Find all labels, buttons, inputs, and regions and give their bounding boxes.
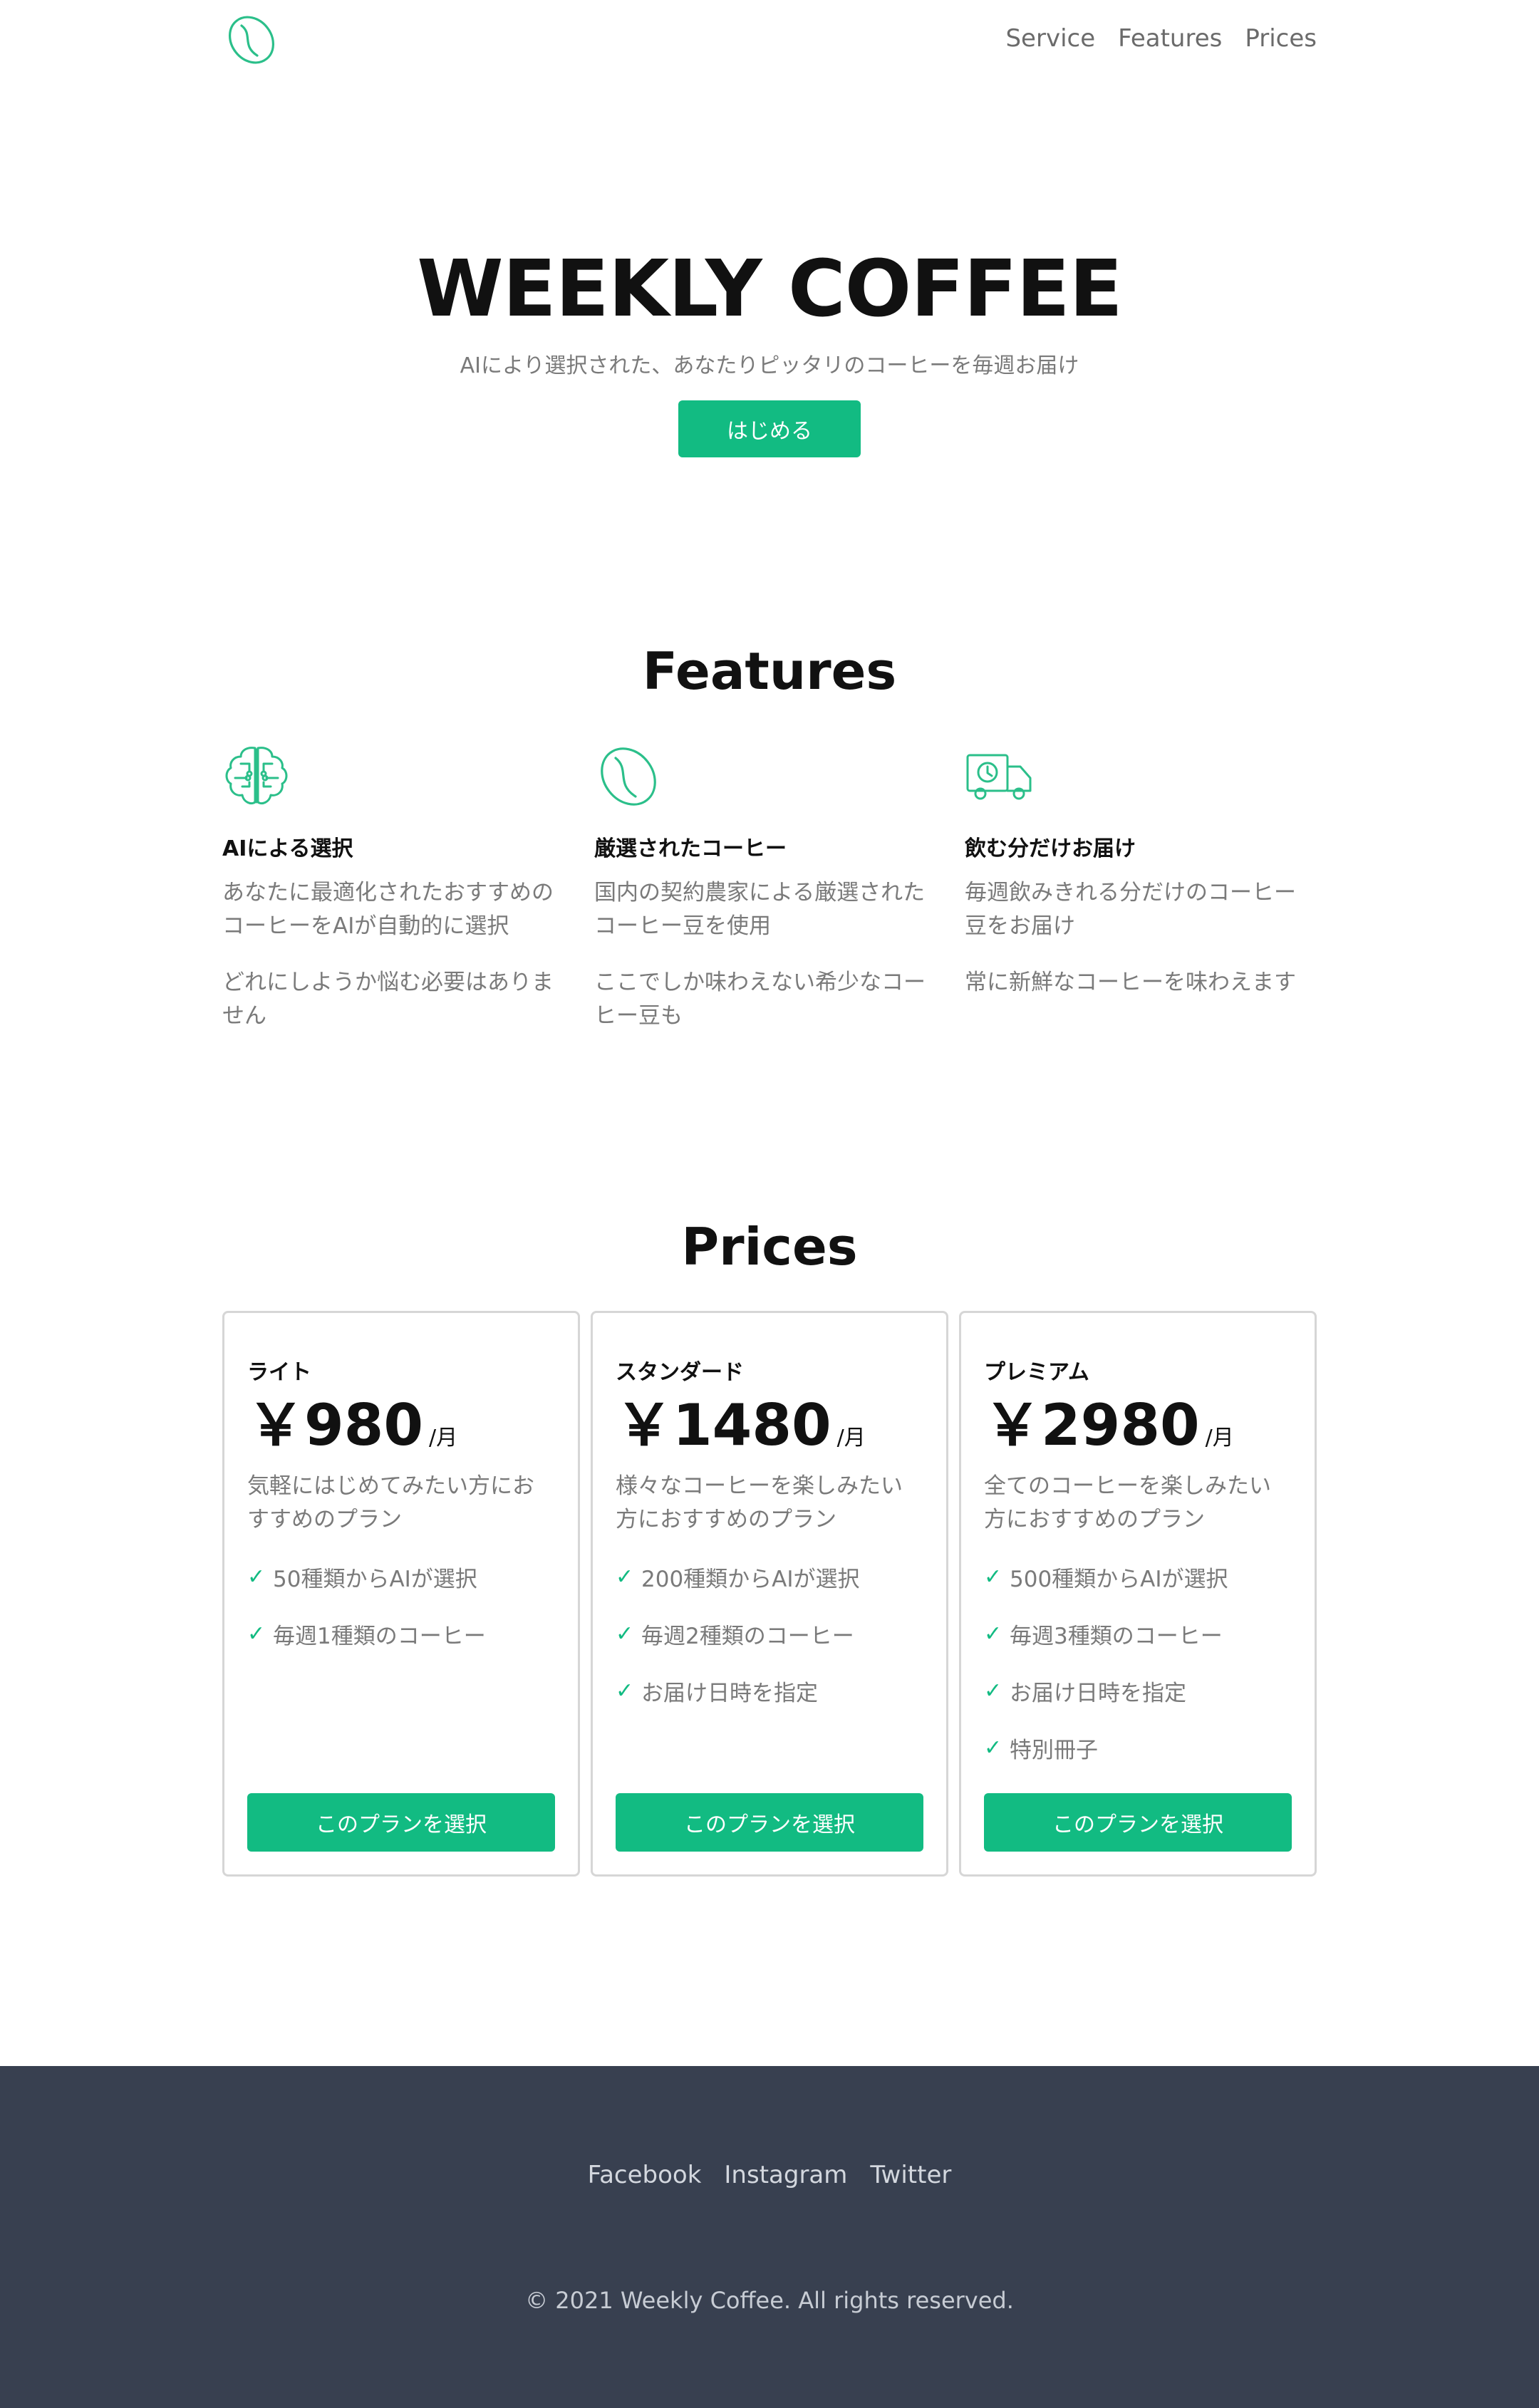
copyright-text: © 2021 Weekly Coffee. All rights reserve… — [525, 2287, 1014, 2314]
plan-feature-item: ✓ 毎週1種類のコーヒー — [247, 1605, 555, 1662]
plan-card-standard: スタンダード ￥1480 /月 様々なコーヒーを楽しみたい方におすすめのプラン … — [591, 1311, 948, 1877]
check-icon: ✓ — [984, 1564, 1002, 1589]
plan-feature-text: 毎週2種類のコーヒー — [641, 1623, 854, 1649]
plan-card-light: ライト ￥980 /月 気軽にはじめてみたい方におすすめのプラン ✓ 50種類から… — [222, 1311, 580, 1877]
check-icon: ✓ — [616, 1678, 634, 1703]
plan-feature-item: ✓ 200種類からAIが選択 — [616, 1548, 923, 1605]
check-icon: ✓ — [984, 1621, 1002, 1646]
feature-item-delivery: 飲む分だけお届け 毎週飲みきれる分だけのコーヒー豆をお届け 常に新鮮なコーヒーを… — [965, 742, 1314, 1000]
feature-text: 国内の契約農家による厳選されたコーヒー豆を使用 — [594, 880, 926, 939]
feature-text: 毎週飲みきれる分だけのコーヒー豆をお届け — [965, 880, 1296, 939]
feature-title: 厳選されたコーヒー — [594, 836, 787, 861]
price-unit: /月 — [1205, 1426, 1234, 1450]
prices-section: Prices ライト ￥980 /月 気軽にはじめてみたい方におすすめのプラン … — [222, 1217, 1317, 1877]
price-grid: ライト ￥980 /月 気軽にはじめてみたい方におすすめのプラン ✓ 50種類から… — [222, 1311, 1317, 1877]
plan-feature-list: ✓ 500種類からAIが選択 ✓ 毎週3種類のコーヒー ✓ お届け日時を指定 ✓ 特別冊… — [984, 1548, 1292, 1776]
plan-feature-item: ✓ 毎週3種類のコーヒー — [984, 1605, 1292, 1662]
check-icon: ✓ — [247, 1564, 266, 1589]
coffee-bean-icon[interactable] — [224, 13, 279, 67]
plan-description: 全てのコーヒーを楽しみたい方におすすめのプラン — [984, 1473, 1271, 1532]
feature-title: 飲む分だけお届け — [965, 836, 1136, 861]
plan-name: プレミアム — [984, 1360, 1089, 1385]
price-unit: /月 — [836, 1426, 866, 1450]
footer-links: Facebook Instagram Twitter — [0, 2161, 1539, 2189]
feature-text: ここでしか味わえない希少なコーヒー豆も — [594, 970, 926, 1029]
plan-feature-item: ✓ 毎週2種類のコーヒー — [616, 1605, 923, 1662]
plan-feature-text: お届け日時を指定 — [641, 1680, 818, 1706]
feature-item-coffee: 厳選されたコーヒー 国内の契約農家による厳選されたコーヒー豆を使用 ここでしか味… — [594, 742, 943, 1033]
feature-text: あなたに最適化されたおすすめのコーヒーをAIが自動的に選択 — [222, 880, 554, 939]
price-unit: /月 — [429, 1426, 458, 1450]
plan-feature-item: ✓ お届け日時を指定 — [984, 1662, 1292, 1719]
features-heading: Features — [642, 641, 897, 701]
hero-title: WEEKLY COFFEE — [417, 243, 1123, 334]
plan-feature-text: 50種類からAIが選択 — [273, 1566, 477, 1592]
select-plan-button[interactable]: このプランを選択 — [616, 1793, 923, 1852]
start-button[interactable]: はじめる — [678, 400, 861, 457]
select-plan-button[interactable]: このプランを選択 — [247, 1793, 555, 1852]
plan-feature-list: ✓ 50種類からAIが選択 ✓ 毎週1種類のコーヒー — [247, 1548, 555, 1662]
main-nav: Service Features Prices — [1005, 24, 1317, 53]
plan-name: ライト — [247, 1360, 311, 1385]
hero-section: WEEKLY COFFEE AIにより選択された、あなたりピッタリのコーヒーを毎… — [222, 80, 1317, 457]
select-plan-button[interactable]: このプランを選択 — [984, 1793, 1292, 1852]
plan-feature-text: 500種類からAIが選択 — [1010, 1566, 1228, 1592]
plan-feature-item: ✓ 特別冊子 — [984, 1719, 1292, 1776]
plan-feature-item: ✓ 500種類からAIが選択 — [984, 1548, 1292, 1605]
check-icon: ✓ — [616, 1621, 634, 1646]
price-value: ￥980 — [247, 1392, 423, 1458]
plan-feature-item: ✓ お届け日時を指定 — [616, 1662, 923, 1719]
prices-heading: Prices — [681, 1217, 858, 1277]
plan-feature-text: 200種類からAIが選択 — [641, 1566, 860, 1592]
plan-feature-text: 特別冊子 — [1010, 1737, 1098, 1763]
feature-item-ai: AIによる選択 あなたに最適化されたおすすめのコーヒーをAIが自動的に選択 どれ… — [222, 742, 571, 1033]
plan-card-premium: プレミアム ￥2980 /月 全てのコーヒーを楽しみたい方におすすめのプラン ✓… — [959, 1311, 1317, 1877]
plan-feature-text: 毎週3種類のコーヒー — [1010, 1623, 1223, 1649]
feature-text: どれにしようか悩む必要はありません — [222, 970, 554, 1029]
plan-price: ￥1480 /月 — [616, 1394, 923, 1457]
plan-feature-text: お届け日時を指定 — [1010, 1680, 1186, 1706]
plan-price: ￥980 /月 — [247, 1394, 555, 1457]
nav-link-prices[interactable]: Prices — [1245, 24, 1317, 53]
check-icon: ✓ — [247, 1621, 266, 1646]
nav-link-features[interactable]: Features — [1118, 24, 1222, 53]
hero-subtitle: AIにより選択された、あなたりピッタリのコーヒーを毎週お届け — [460, 353, 1079, 378]
footer-link-instagram[interactable]: Instagram — [724, 2161, 847, 2189]
feature-grid: AIによる選択 あなたに最適化されたおすすめのコーヒーをAIが自動的に選択 どれ… — [222, 742, 1317, 1056]
nav-link-service[interactable]: Service — [1005, 24, 1095, 53]
site-header: Service Features Prices — [222, 0, 1317, 80]
plan-feature-text: 毎週1種類のコーヒー — [273, 1623, 486, 1649]
price-value: ￥1480 — [616, 1392, 831, 1458]
check-icon: ✓ — [984, 1735, 1002, 1760]
site-footer: Facebook Instagram Twitter © 2021 Weekly… — [0, 2066, 1539, 2408]
plan-feature-item: ✓ 50種類からAIが選択 — [247, 1548, 555, 1605]
footer-link-twitter[interactable]: Twitter — [870, 2161, 951, 2189]
page: Service Features Prices WEEKLY COFFEE AI… — [222, 0, 1317, 1877]
check-icon: ✓ — [984, 1678, 1002, 1703]
plan-name: スタンダード — [616, 1360, 744, 1385]
plan-description: 気軽にはじめてみたい方におすすめのプラン — [247, 1473, 534, 1532]
brain-circuit-icon — [225, 747, 288, 805]
price-value: ￥2980 — [984, 1392, 1200, 1458]
plan-feature-list: ✓ 200種類からAIが選択 ✓ 毎週2種類のコーヒー ✓ お届け日時を指定 — [616, 1548, 923, 1719]
feature-text: 常に新鮮なコーヒーを味わえます — [965, 970, 1296, 995]
plan-description: 様々なコーヒーを楽しみたい方におすすめのプラン — [616, 1473, 903, 1532]
feature-title: AIによる選択 — [222, 836, 353, 861]
features-section: Features AIによる選択 あなたに最適化されたおすすめのコーヒーをAIが… — [222, 641, 1317, 1056]
coffee-bean-icon — [601, 747, 656, 806]
footer-link-facebook[interactable]: Facebook — [588, 2161, 702, 2189]
plan-price: ￥2980 /月 — [984, 1394, 1292, 1457]
delivery-truck-icon — [966, 754, 1032, 800]
check-icon: ✓ — [616, 1564, 634, 1589]
